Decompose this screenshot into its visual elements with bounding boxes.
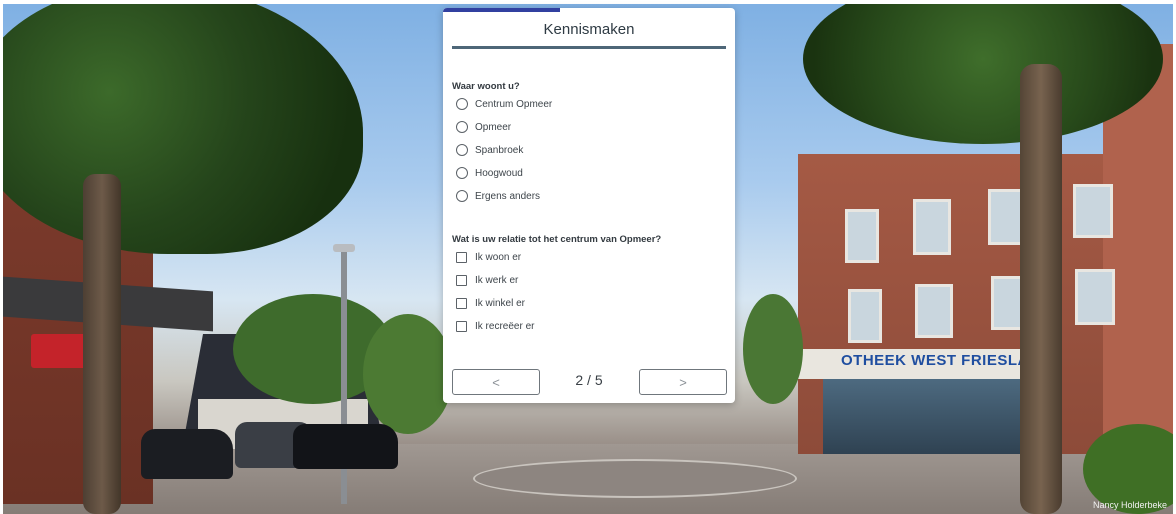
question-residence-label: Waar woont u? <box>452 81 520 92</box>
checkbox-icon[interactable] <box>456 274 467 286</box>
next-button[interactable]: > <box>639 369 727 395</box>
radio-circle-icon[interactable] <box>456 98 468 110</box>
option-label: Ik recreëer er <box>475 320 535 332</box>
survey-card: Kennismaken Waar woont u? Centrum Opmeer… <box>443 8 735 403</box>
option-label: Ergens anders <box>475 190 541 202</box>
checkbox-option[interactable]: Ik woon er <box>456 249 521 265</box>
photo-credit: Nancy Holderbeke <box>1092 500 1167 510</box>
checkbox-icon[interactable] <box>456 251 467 263</box>
chevron-right-icon: > <box>679 374 687 390</box>
radio-circle-icon[interactable] <box>456 144 468 156</box>
checkbox-option[interactable]: Ik recreëer er <box>456 318 534 334</box>
option-label: Opmeer <box>475 121 512 133</box>
radio-option[interactable]: Centrum Opmeer <box>456 96 552 112</box>
radio-option[interactable]: Spanbroek <box>456 142 523 158</box>
radio-circle-icon[interactable] <box>456 167 468 179</box>
checkbox-icon[interactable] <box>456 320 467 332</box>
survey-title: Kennismaken <box>543 21 635 38</box>
radio-circle-icon[interactable] <box>456 190 468 202</box>
checkbox-option[interactable]: Ik werk er <box>456 272 518 288</box>
question-relation-label: Wat is uw relatie tot het centrum van Op… <box>452 234 662 245</box>
option-label: Ik winkel er <box>475 297 526 309</box>
chevron-left-icon: < <box>492 374 500 390</box>
checkbox-icon[interactable] <box>456 297 467 309</box>
page-indicator: 2 / 5 <box>575 372 603 388</box>
radio-option[interactable]: Hoogwoud <box>456 165 523 181</box>
option-label: Spanbroek <box>475 144 524 156</box>
radio-option[interactable]: Opmeer <box>456 119 511 135</box>
checkbox-option[interactable]: Ik winkel er <box>456 295 525 311</box>
option-label: Hoogwoud <box>475 167 523 179</box>
previous-button[interactable]: < <box>452 369 540 395</box>
progress-bar <box>443 8 560 12</box>
radio-circle-icon[interactable] <box>456 121 468 133</box>
option-label: Centrum Opmeer <box>475 98 553 110</box>
radio-option[interactable]: Ergens anders <box>456 188 540 204</box>
option-label: Ik werk er <box>475 274 519 286</box>
option-label: Ik woon er <box>475 251 522 263</box>
title-divider <box>452 46 726 49</box>
